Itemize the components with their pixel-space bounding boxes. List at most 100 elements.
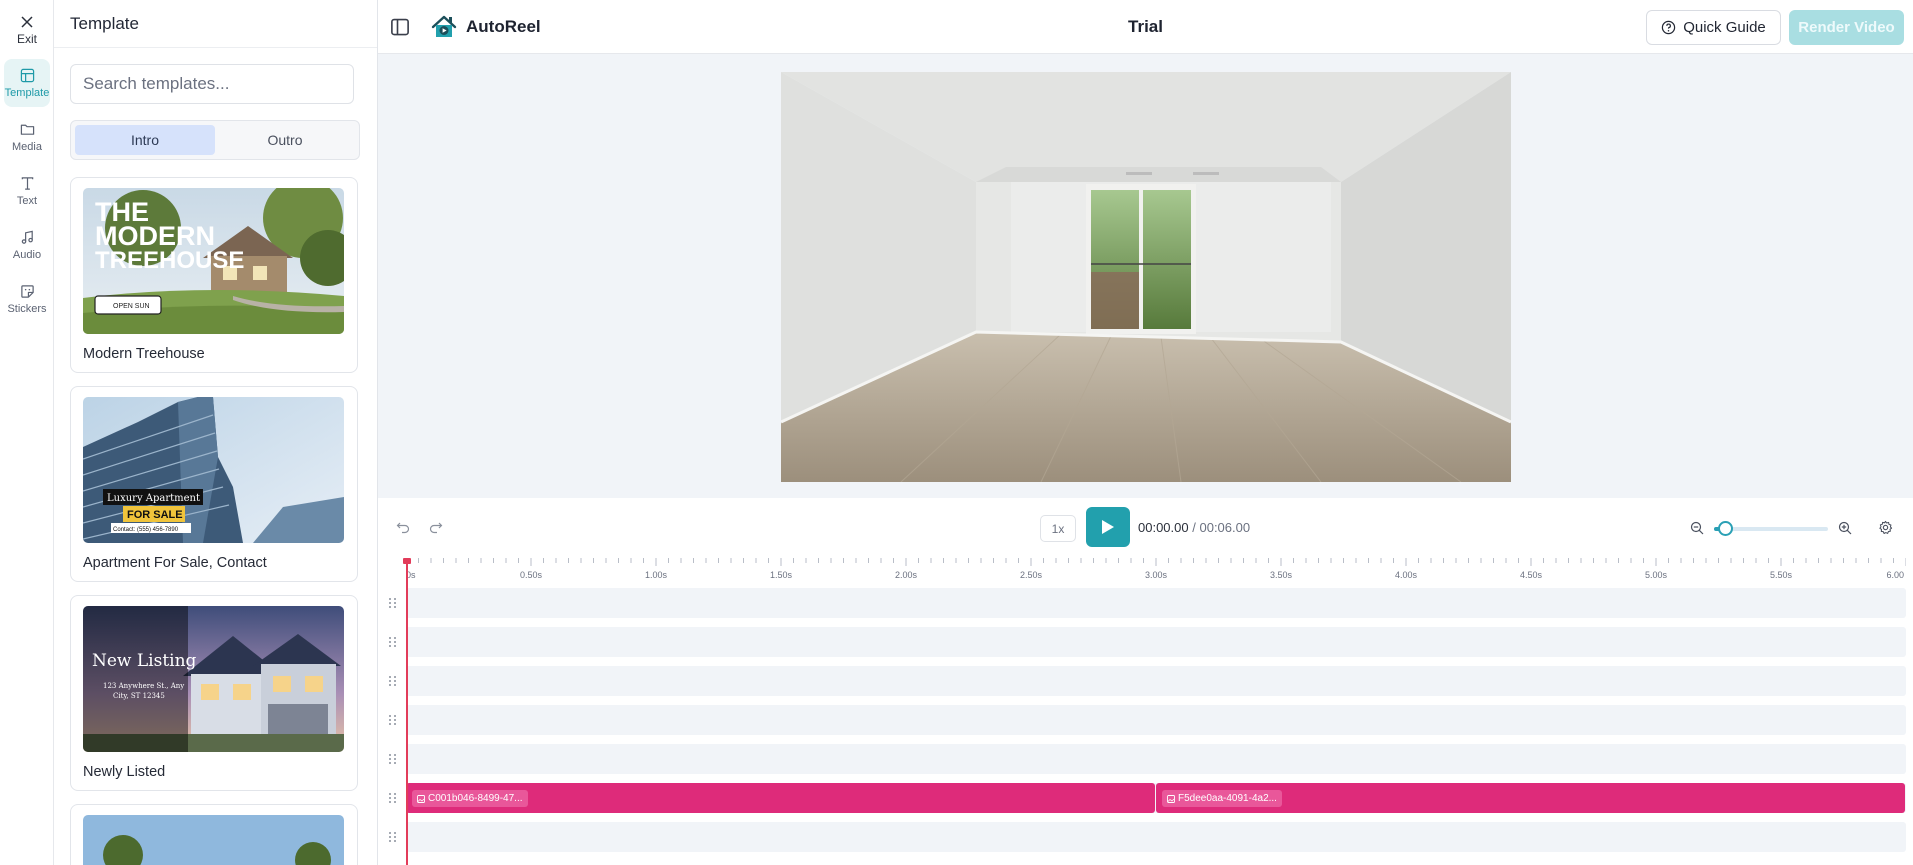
thumb-text-line3: City, ST 12345	[113, 692, 165, 700]
ruler-tick-label: 2.50s	[1020, 570, 1043, 580]
template-card-apartment-for-sale[interactable]: Luxury Apartment FOR SALE Contact: (555)…	[70, 386, 358, 582]
redo-icon[interactable]	[429, 520, 443, 534]
building-photo-thumbnail: Luxury Apartment FOR SALE Contact: (555)…	[83, 397, 344, 543]
drag-handle-icon[interactable]	[388, 675, 398, 687]
drag-handle-icon[interactable]	[388, 597, 398, 609]
play-icon	[1102, 520, 1114, 534]
quick-guide-label: Quick Guide	[1683, 19, 1766, 36]
zoom-out-icon[interactable]	[1690, 521, 1704, 535]
media-clip[interactable]: F5dee0aa-4091-4a2...	[1156, 783, 1905, 813]
timeline-track[interactable]	[406, 627, 1906, 657]
sidebar-toggle-icon[interactable]	[390, 17, 410, 37]
thumb-text-line2: FOR SALE	[127, 509, 183, 521]
ruler-tick-label: 5.00s	[1645, 570, 1668, 580]
ruler-tick-label: 3.50s	[1270, 570, 1293, 580]
rail-item-media[interactable]: Media	[4, 113, 50, 161]
template-card-modern-treehouse[interactable]: THE MODERN TREEHOUSE OPEN SUN Modern Tre…	[70, 177, 358, 373]
ruler-tick-label: 4.50s	[1520, 570, 1543, 580]
exit-label: Exit	[16, 31, 37, 46]
template-card-newly-listed[interactable]: New Listing 123 Anywhere St., Any City, …	[70, 595, 358, 791]
close-icon	[21, 15, 33, 28]
time-readout: 00:00.00 / 00:06.00	[1138, 520, 1250, 535]
tab-outro[interactable]: Outro	[215, 125, 355, 155]
thumb-text-line3: Contact: (555) 456-7890	[113, 527, 179, 533]
thumb-text-line2: 123 Anywhere St., Any	[103, 682, 184, 690]
exit-button[interactable]: Exit	[4, 6, 50, 54]
drag-handle-icon[interactable]	[388, 714, 398, 726]
timeline-track[interactable]	[406, 588, 1906, 618]
playback-controls: 1x 00:00.00 / 00:06.00	[378, 498, 1913, 558]
drag-handle-icon[interactable]	[388, 792, 398, 804]
render-video-button[interactable]: Render Video	[1789, 10, 1904, 45]
thumb-text-line1: New Listing	[92, 651, 197, 671]
playhead-handle[interactable]	[403, 558, 411, 564]
timeline-track[interactable]	[406, 705, 1906, 735]
media-clip[interactable]: C001b046-8499-47...	[406, 783, 1155, 813]
ruler-tick-label: 1.00s	[645, 570, 668, 580]
drag-handle-icon[interactable]	[388, 753, 398, 765]
house-photo-thumbnail: THE MODERN TREEHOUSE OPEN SUN	[83, 188, 344, 334]
text-icon	[21, 176, 33, 190]
rail-label-text: Text	[16, 194, 38, 207]
rail-item-template[interactable]: Template	[4, 59, 50, 107]
template-thumbnail	[83, 815, 344, 865]
image-icon	[417, 794, 425, 803]
music-icon	[21, 230, 33, 244]
template-card-partial[interactable]	[70, 804, 358, 865]
play-button[interactable]	[1086, 507, 1130, 547]
intro-outro-toggle: Intro Outro	[70, 120, 360, 160]
undo-icon[interactable]	[396, 520, 410, 534]
template-name: Modern Treehouse	[83, 346, 205, 362]
timeline-track[interactable]	[406, 666, 1906, 696]
template-name: Apartment For Sale, Contact	[83, 555, 267, 571]
timeline-track[interactable]	[406, 744, 1906, 774]
search-templates-input[interactable]	[70, 64, 354, 104]
thumb-text-line3: TREEHOUSE	[95, 247, 244, 274]
preview-area	[378, 54, 1913, 498]
app-name: AutoReel	[466, 17, 541, 36]
rail-item-stickers[interactable]: Stickers	[4, 275, 50, 323]
template-icon	[20, 68, 34, 82]
clip-name: F5dee0aa-4091-4a2...	[1178, 793, 1277, 804]
timeline-track[interactable]	[406, 822, 1906, 852]
rail-label-media: Media	[12, 140, 42, 153]
timeline: 0s 0.50s 1.00s 1.50s 2.00s 2.50s 3.00s 3.50s 4.0…	[378, 558, 1913, 865]
settings-gear-icon[interactable]	[1878, 520, 1893, 535]
total-time: 00:06.00	[1199, 520, 1251, 535]
thumb-badge: OPEN SUN	[113, 303, 150, 310]
tool-rail: Exit Template Media Text Audio Stickers	[0, 0, 54, 865]
zoom-slider-handle[interactable]	[1718, 521, 1734, 536]
template-thumbnail: Luxury Apartment FOR SALE Contact: (555)…	[83, 397, 344, 543]
ruler-tick-label: 1.50s	[770, 570, 793, 580]
ruler-tick-label: 6.00	[1886, 570, 1904, 580]
template-thumbnail: New Listing 123 Anywhere St., Any City, …	[83, 606, 344, 752]
clip-label: F5dee0aa-4091-4a2...	[1162, 790, 1282, 807]
template-thumbnail: THE MODERN TREEHOUSE OPEN SUN	[83, 188, 344, 334]
help-circle-icon	[1662, 20, 1676, 35]
drag-handle-icon[interactable]	[388, 636, 398, 648]
rail-item-audio[interactable]: Audio	[4, 221, 50, 269]
clip-name: C001b046-8499-47...	[428, 793, 523, 804]
folder-icon	[20, 124, 34, 135]
playhead[interactable]	[406, 558, 408, 865]
empty-room-frame	[781, 72, 1511, 482]
rail-label-audio: Audio	[12, 248, 42, 261]
thumb-text-line1: Luxury Apartment	[107, 493, 200, 504]
tab-intro[interactable]: Intro	[75, 125, 215, 155]
ruler-tick-label: 5.50s	[1770, 570, 1793, 580]
zoom-in-icon[interactable]	[1838, 521, 1852, 535]
clip-label: C001b046-8499-47...	[412, 790, 528, 807]
current-time: 00:00.00	[1138, 520, 1189, 535]
image-icon	[1167, 794, 1175, 803]
ruler-tick-label: 2.00s	[895, 570, 918, 580]
video-preview	[781, 72, 1511, 482]
house-dusk-thumbnail: New Listing 123 Anywhere St., Any City, …	[83, 606, 344, 752]
playback-speed-button[interactable]: 1x	[1040, 515, 1076, 542]
quick-guide-button[interactable]: Quick Guide	[1646, 10, 1781, 45]
autoreel-logo-icon	[431, 15, 457, 37]
sticker-icon	[20, 284, 34, 298]
drag-handle-icon[interactable]	[388, 831, 398, 843]
time-ruler[interactable]: 0s 0.50s 1.00s 1.50s 2.00s 2.50s 3.00s 3.50s 4.0…	[406, 558, 1906, 584]
ruler-tick-label: 3.00s	[1145, 570, 1168, 580]
rail-item-text[interactable]: Text	[4, 167, 50, 215]
